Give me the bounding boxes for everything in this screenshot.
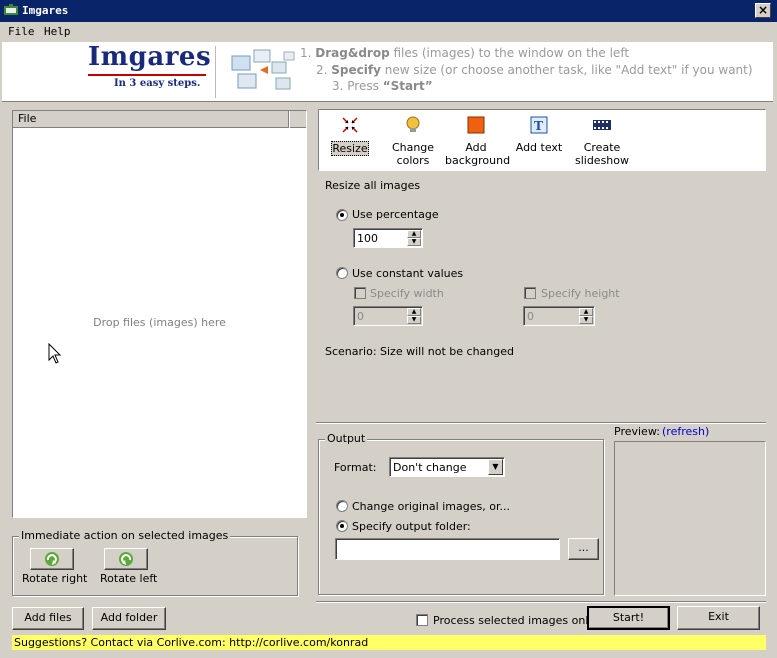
use-percentage-label[interactable]: Use percentage: [352, 208, 439, 221]
chevron-down-icon[interactable]: ▼: [488, 459, 503, 475]
process-selected-label[interactable]: Process selected images only: [433, 614, 595, 627]
resize-heading: Resize all images: [325, 179, 421, 192]
file-column-header[interactable]: File: [13, 111, 289, 128]
width-up-icon[interactable]: ▲: [407, 308, 421, 316]
logo-tagline: In 3 easy steps.: [114, 78, 201, 89]
menu-bar: File Help: [0, 22, 777, 42]
specify-width-label: Specify width: [370, 287, 444, 300]
specify-height-checkbox[interactable]: [524, 287, 536, 299]
height-stepper[interactable]: 0 ▲ ▼: [523, 306, 595, 326]
rotate-right-icon: [45, 552, 59, 566]
add-folder-button[interactable]: Add folder: [92, 607, 166, 630]
refresh-link[interactable]: (refresh): [662, 425, 709, 438]
scenario-text: Scenario: Size will not be changed: [325, 345, 514, 358]
task-create-slideshow[interactable]: Create slideshow: [571, 114, 633, 168]
percentage-value: 100: [357, 232, 378, 245]
height-up-icon[interactable]: ▲: [579, 308, 593, 316]
status-bar: Suggestions? Contact via Corlive.com: ht…: [12, 635, 766, 650]
task-change-colors-label: Change colors: [391, 141, 435, 167]
task-resize-label: Resize: [331, 141, 369, 156]
lightbulb-icon: [406, 116, 420, 132]
menu-file[interactable]: File: [8, 25, 35, 38]
task-create-slideshow-label: Create slideshow: [574, 141, 630, 167]
output-folder-input[interactable]: [335, 538, 560, 560]
start-button[interactable]: Start!: [587, 606, 670, 630]
percentage-stepper[interactable]: 100 ▲ ▼: [353, 228, 423, 248]
use-constant-radio[interactable]: [336, 267, 348, 279]
preview-area: [614, 441, 766, 596]
rotate-right-label: Rotate right: [22, 572, 88, 585]
window-title: Imgares: [22, 4, 69, 17]
format-select[interactable]: Don't change ▼: [389, 457, 505, 477]
specify-folder-label[interactable]: Specify output folder:: [352, 520, 471, 533]
percentage-up-icon[interactable]: ▲: [407, 230, 421, 238]
app-icon: [4, 4, 18, 15]
text-icon: T: [530, 116, 548, 134]
change-original-radio[interactable]: [336, 500, 348, 512]
logo-underline: [88, 74, 206, 76]
menu-help[interactable]: Help: [44, 25, 71, 38]
file-list[interactable]: File Drop files (images) here: [12, 110, 307, 518]
width-value: 0: [357, 310, 364, 323]
width-stepper[interactable]: 0 ▲ ▼: [353, 306, 423, 326]
resize-icon: [342, 117, 358, 133]
banner-divider: [215, 46, 216, 98]
drop-hint: Drop files (images) here: [93, 316, 226, 329]
step-1: 1. Drag&drop files (images) to the windo…: [300, 46, 630, 60]
task-resize[interactable]: Resize: [319, 114, 381, 168]
preview-label-text: Preview:: [614, 425, 660, 438]
add-files-button[interactable]: Add files: [12, 607, 84, 630]
use-constant-label[interactable]: Use constant values: [352, 267, 463, 280]
height-value: 0: [527, 310, 534, 323]
svg-text:T: T: [534, 119, 543, 133]
task-add-background-label: Add background: [445, 141, 511, 167]
task-add-text[interactable]: T Add text: [508, 114, 570, 168]
browse-button[interactable]: ...: [568, 538, 599, 560]
close-icon[interactable]: ×: [755, 3, 771, 18]
specify-width-checkbox[interactable]: [354, 287, 366, 299]
filmstrip-icon: [593, 120, 611, 130]
title-bar: Imgares ×: [0, 0, 777, 22]
output-legend: Output: [325, 432, 368, 445]
process-selected-checkbox[interactable]: [416, 614, 428, 626]
width-down-icon[interactable]: ▼: [407, 316, 421, 324]
rotate-left-button[interactable]: [104, 548, 148, 570]
exit-button[interactable]: Exit: [677, 606, 760, 630]
task-add-text-label: Add text: [515, 141, 563, 154]
immediate-action-legend: Immediate action on selected images: [19, 529, 231, 542]
step-3: 3. Press “Start”: [332, 79, 433, 93]
background-icon: [467, 116, 485, 134]
step-2: 2. Specify new size (or choose another t…: [316, 63, 753, 77]
percentage-down-icon[interactable]: ▼: [407, 238, 421, 246]
banner-illustration-icon: [231, 49, 295, 90]
task-change-colors[interactable]: Change colors: [382, 114, 444, 168]
task-toolbar: Resize Change colors Add background T Ad…: [318, 109, 766, 171]
height-down-icon[interactable]: ▼: [579, 316, 593, 324]
rotate-left-label: Rotate left: [100, 572, 158, 585]
rotate-left-icon: [119, 552, 133, 566]
change-original-label[interactable]: Change original images, or...: [352, 500, 510, 513]
task-add-background[interactable]: Add background: [445, 114, 511, 168]
specify-height-label: Specify height: [541, 287, 620, 300]
mouse-cursor-icon: [48, 343, 62, 364]
format-value: Don't change: [393, 461, 467, 474]
section-divider: [316, 422, 766, 424]
rotate-right-button[interactable]: [30, 548, 74, 570]
file-column-header-filler: [290, 111, 306, 128]
specify-folder-radio[interactable]: [336, 520, 348, 532]
bottom-divider: [316, 601, 766, 603]
use-percentage-radio[interactable]: [336, 209, 348, 221]
preview-label: Preview:: [614, 425, 660, 438]
logo: Imgares: [88, 42, 212, 72]
format-label: Format:: [334, 461, 377, 474]
banner: Imgares In 3 easy steps. 1. Drag&drop fi…: [2, 42, 773, 102]
